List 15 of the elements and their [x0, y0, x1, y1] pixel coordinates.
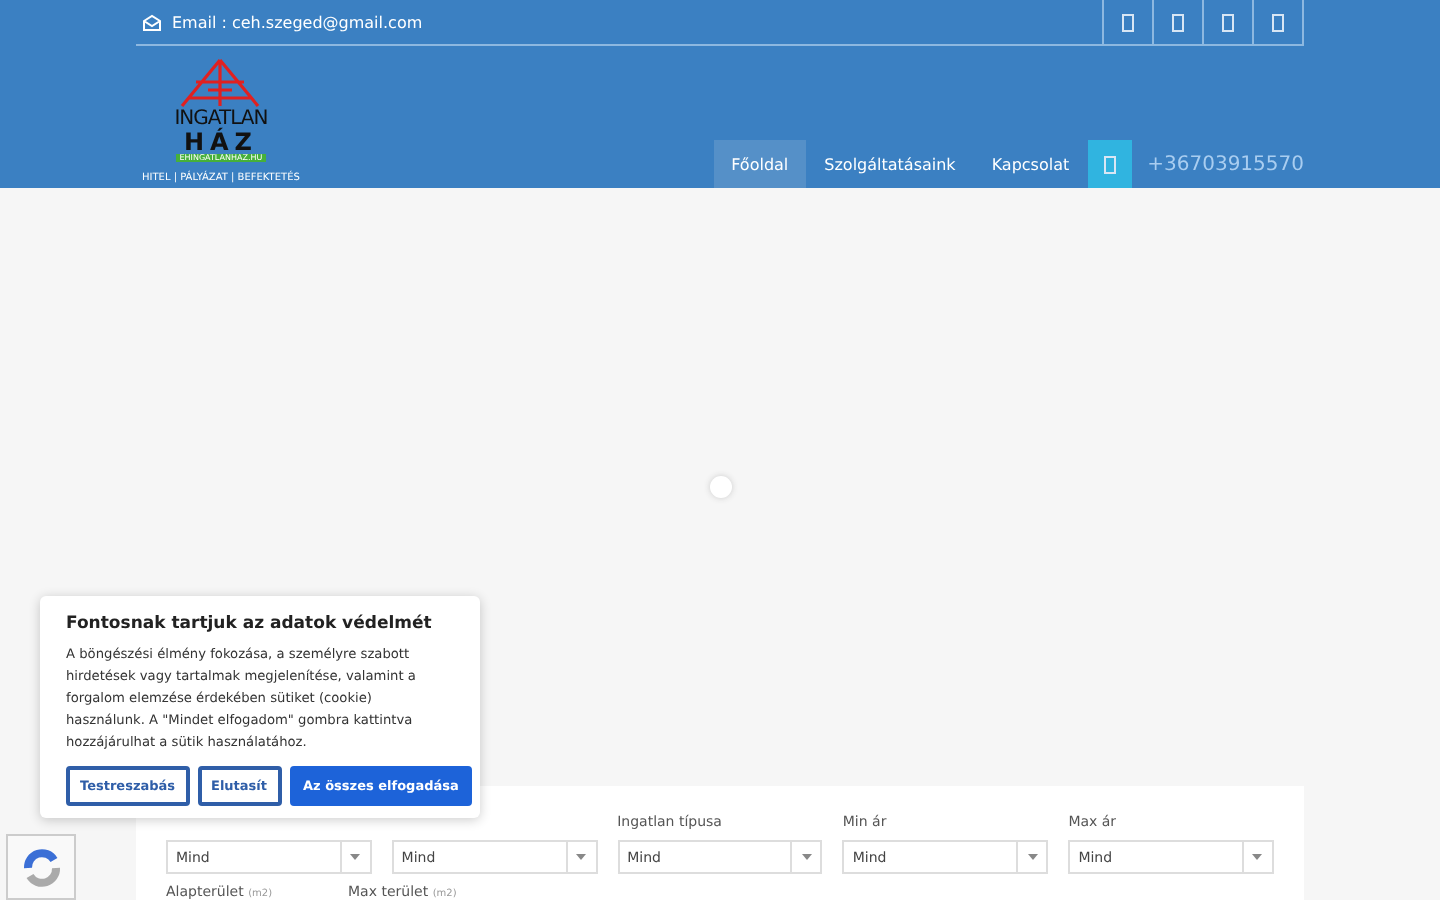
dialog-title: Fontosnak tartjuk az adatok védelmét — [66, 614, 434, 634]
email-address[interactable]: Email : ceh.szeged@gmail.com — [172, 13, 423, 31]
caret-icon — [350, 854, 361, 860]
nav-link[interactable]: Főoldal — [713, 140, 807, 188]
caret-icon — [576, 854, 587, 860]
nav-link[interactable]: Szolgáltatásaink — [806, 140, 974, 188]
caret-icon — [1252, 854, 1263, 860]
caret-icon — [1027, 854, 1038, 860]
envelope-icon — [142, 13, 162, 31]
recaptcha-badge[interactable] — [6, 834, 76, 900]
nav-link[interactable]: Kapcsolat — [973, 140, 1088, 188]
loading-indicator — [709, 476, 731, 498]
phone-icon — [1087, 140, 1132, 188]
social-link[interactable] — [1252, 0, 1304, 44]
caret-icon — [801, 854, 812, 860]
